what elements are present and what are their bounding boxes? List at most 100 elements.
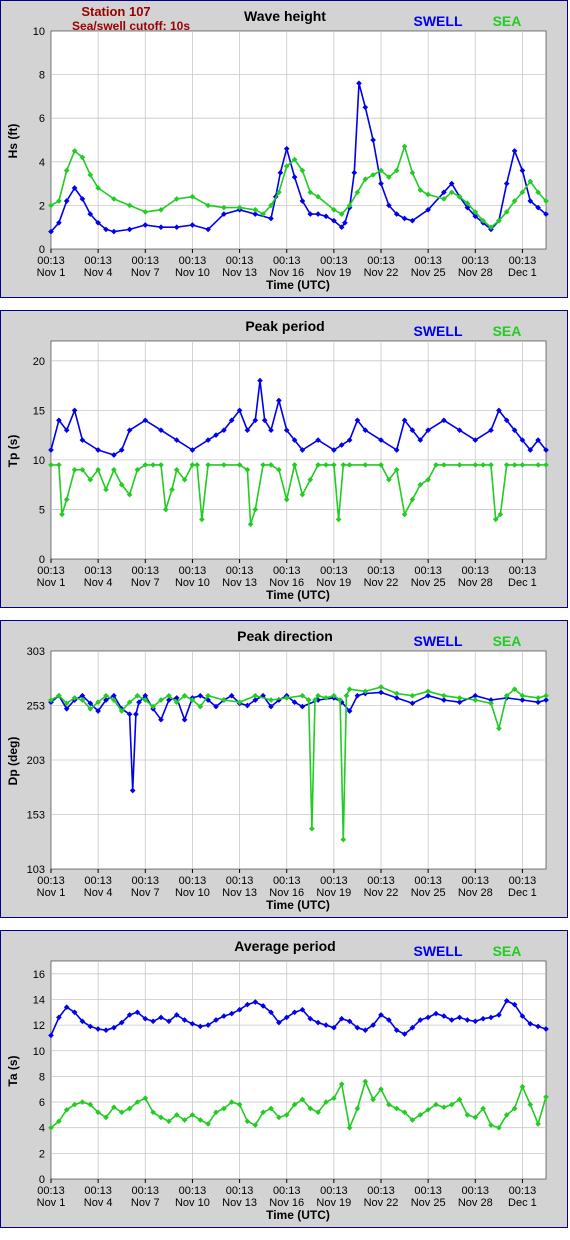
x-tick-time: 00:13 bbox=[273, 565, 301, 577]
y-tick-label: 253 bbox=[27, 701, 45, 713]
x-tick-time: 00:13 bbox=[37, 875, 65, 887]
x-tick-date: Nov 28 bbox=[458, 577, 493, 589]
x-tick-date: Nov 28 bbox=[458, 887, 493, 899]
x-tick-date: Nov 22 bbox=[364, 267, 399, 279]
x-tick-date: Nov 1 bbox=[37, 1197, 66, 1209]
x-tick-time: 00:13 bbox=[37, 255, 65, 267]
y-tick-label: 16 bbox=[33, 969, 45, 981]
average-period-panel: Average period SWELL SEA Ta (s) 0 2 4 6 8 10 1… bbox=[0, 930, 568, 1228]
x-tick-date: Nov 10 bbox=[175, 577, 210, 589]
y-tick-label: 4 bbox=[39, 1123, 45, 1135]
y-tick-label: 5 bbox=[39, 504, 45, 516]
x-tick-time: 00:13 bbox=[132, 875, 160, 887]
x-tick-time: 00:13 bbox=[226, 1185, 254, 1197]
peak-direction-chart: Peak direction SWELL SEA Dp (deg) 103153… bbox=[6, 628, 549, 912]
x-axis-label: Time (UTC) bbox=[266, 1208, 330, 1222]
x-tick-time: 00:13 bbox=[273, 1185, 301, 1197]
x-tick-time: 00:13 bbox=[462, 565, 490, 577]
x-ticks: 00:13Nov 100:13Nov 400:13Nov 700:13Nov 1… bbox=[37, 869, 537, 899]
x-tick-time: 00:13 bbox=[84, 875, 112, 887]
x-tick-time: 00:13 bbox=[179, 1185, 207, 1197]
x-tick-date: Nov 13 bbox=[222, 267, 257, 279]
y-tick-label: 20 bbox=[33, 356, 45, 368]
x-tick-time: 00:13 bbox=[367, 1185, 395, 1197]
x-tick-date: Nov 1 bbox=[37, 267, 66, 279]
x-ticks: 00:13Nov 100:13Nov 400:13Nov 700:13Nov 1… bbox=[37, 249, 537, 279]
plot-area bbox=[50, 960, 547, 1180]
x-tick-time: 00:13 bbox=[462, 255, 490, 267]
x-tick-time: 00:13 bbox=[320, 875, 348, 887]
x-tick-time: 00:13 bbox=[132, 255, 160, 267]
x-tick-time: 00:13 bbox=[414, 255, 442, 267]
plot-area bbox=[50, 340, 547, 560]
y-ticks: 0246810121416 bbox=[33, 969, 45, 1186]
y-axis-label: Hs (ft) bbox=[6, 124, 20, 159]
x-ticks: 00:13Nov 100:13Nov 400:13Nov 700:13Nov 1… bbox=[37, 559, 537, 589]
x-tick-time: 00:13 bbox=[367, 565, 395, 577]
x-tick-time: 00:13 bbox=[509, 1185, 537, 1197]
legend-sea: SEA bbox=[493, 943, 522, 959]
x-tick-date: Nov 25 bbox=[411, 267, 446, 279]
y-tick-label: 6 bbox=[39, 1097, 45, 1109]
wave-height-chart: Station 107 Sea/swell cutoff: 10s Wave h… bbox=[6, 4, 549, 292]
peak-direction-panel: Peak direction SWELL SEA Dp (deg) 103 153… bbox=[0, 620, 568, 918]
x-tick-date: Nov 7 bbox=[131, 1197, 160, 1209]
x-tick-date: Nov 13 bbox=[222, 577, 257, 589]
y-tick-label: 8 bbox=[39, 70, 45, 82]
x-tick-date: Dec 1 bbox=[508, 887, 537, 899]
x-tick-time: 00:13 bbox=[367, 255, 395, 267]
x-tick-date: Nov 22 bbox=[364, 887, 399, 899]
y-axis-label: Dp (deg) bbox=[6, 737, 20, 786]
x-tick-date: Nov 10 bbox=[175, 887, 210, 899]
chart-title: Peak direction bbox=[237, 628, 333, 644]
x-tick-time: 00:13 bbox=[320, 255, 348, 267]
x-axis-label: Time (UTC) bbox=[266, 898, 330, 912]
legend-swell: SWELL bbox=[414, 323, 463, 339]
y-tick-label: 14 bbox=[33, 994, 45, 1006]
x-tick-date: Dec 1 bbox=[508, 577, 537, 589]
y-tick-label: 10 bbox=[33, 1046, 45, 1058]
x-tick-time: 00:13 bbox=[132, 565, 160, 577]
x-tick-date: Nov 22 bbox=[364, 577, 399, 589]
x-tick-time: 00:13 bbox=[414, 875, 442, 887]
x-tick-time: 00:13 bbox=[273, 255, 301, 267]
x-tick-date: Nov 10 bbox=[175, 267, 210, 279]
legend-swell: SWELL bbox=[414, 13, 463, 29]
x-tick-date: Nov 7 bbox=[131, 577, 160, 589]
x-tick-time: 00:13 bbox=[179, 255, 207, 267]
peak-period-chart: Peak period SWELL SEA Tp (s) 05101520 00… bbox=[6, 318, 549, 602]
y-tick-label: 15 bbox=[33, 405, 45, 417]
y-tick-label: 12 bbox=[33, 1020, 45, 1032]
x-tick-time: 00:13 bbox=[226, 255, 254, 267]
x-tick-date: Nov 4 bbox=[84, 267, 113, 279]
x-tick-time: 00:13 bbox=[509, 565, 537, 577]
x-tick-time: 00:13 bbox=[226, 875, 254, 887]
x-tick-time: 00:13 bbox=[414, 1185, 442, 1197]
x-tick-date: Dec 1 bbox=[508, 267, 537, 279]
plot-area bbox=[50, 30, 547, 250]
x-tick-date: Nov 22 bbox=[364, 1197, 399, 1209]
y-axis-label: Ta (s) bbox=[6, 1055, 20, 1086]
y-tick-label: 8 bbox=[39, 1071, 45, 1083]
average-period-chart: Average period SWELL SEA Ta (s) 02468101… bbox=[6, 938, 549, 1222]
chart-title: Peak period bbox=[245, 318, 324, 334]
x-ticks: 00:13Nov 100:13Nov 400:13Nov 700:13Nov 1… bbox=[37, 1179, 537, 1209]
x-tick-time: 00:13 bbox=[179, 565, 207, 577]
peak-period-panel: Peak period SWELL SEA Tp (s) 0 5 10 15 20 00… bbox=[0, 310, 568, 608]
wave-height-panel: Station 107 Sea/swell cutoff: 10s Wave h… bbox=[0, 0, 568, 298]
x-tick-time: 00:13 bbox=[37, 565, 65, 577]
x-tick-date: Nov 1 bbox=[37, 887, 66, 899]
x-tick-date: Nov 4 bbox=[84, 1197, 113, 1209]
legend-swell: SWELL bbox=[414, 943, 463, 959]
x-tick-date: Nov 10 bbox=[175, 1197, 210, 1209]
x-tick-date: Nov 28 bbox=[458, 267, 493, 279]
x-tick-time: 00:13 bbox=[179, 875, 207, 887]
y-tick-label: 2 bbox=[39, 200, 45, 212]
x-axis-label: Time (UTC) bbox=[266, 278, 330, 292]
x-tick-time: 00:13 bbox=[84, 565, 112, 577]
x-tick-time: 00:13 bbox=[84, 1185, 112, 1197]
station-label: Station 107 bbox=[81, 4, 150, 19]
x-tick-time: 00:13 bbox=[414, 565, 442, 577]
legend-sea: SEA bbox=[493, 323, 522, 339]
y-ticks: 0246810 bbox=[33, 26, 45, 256]
